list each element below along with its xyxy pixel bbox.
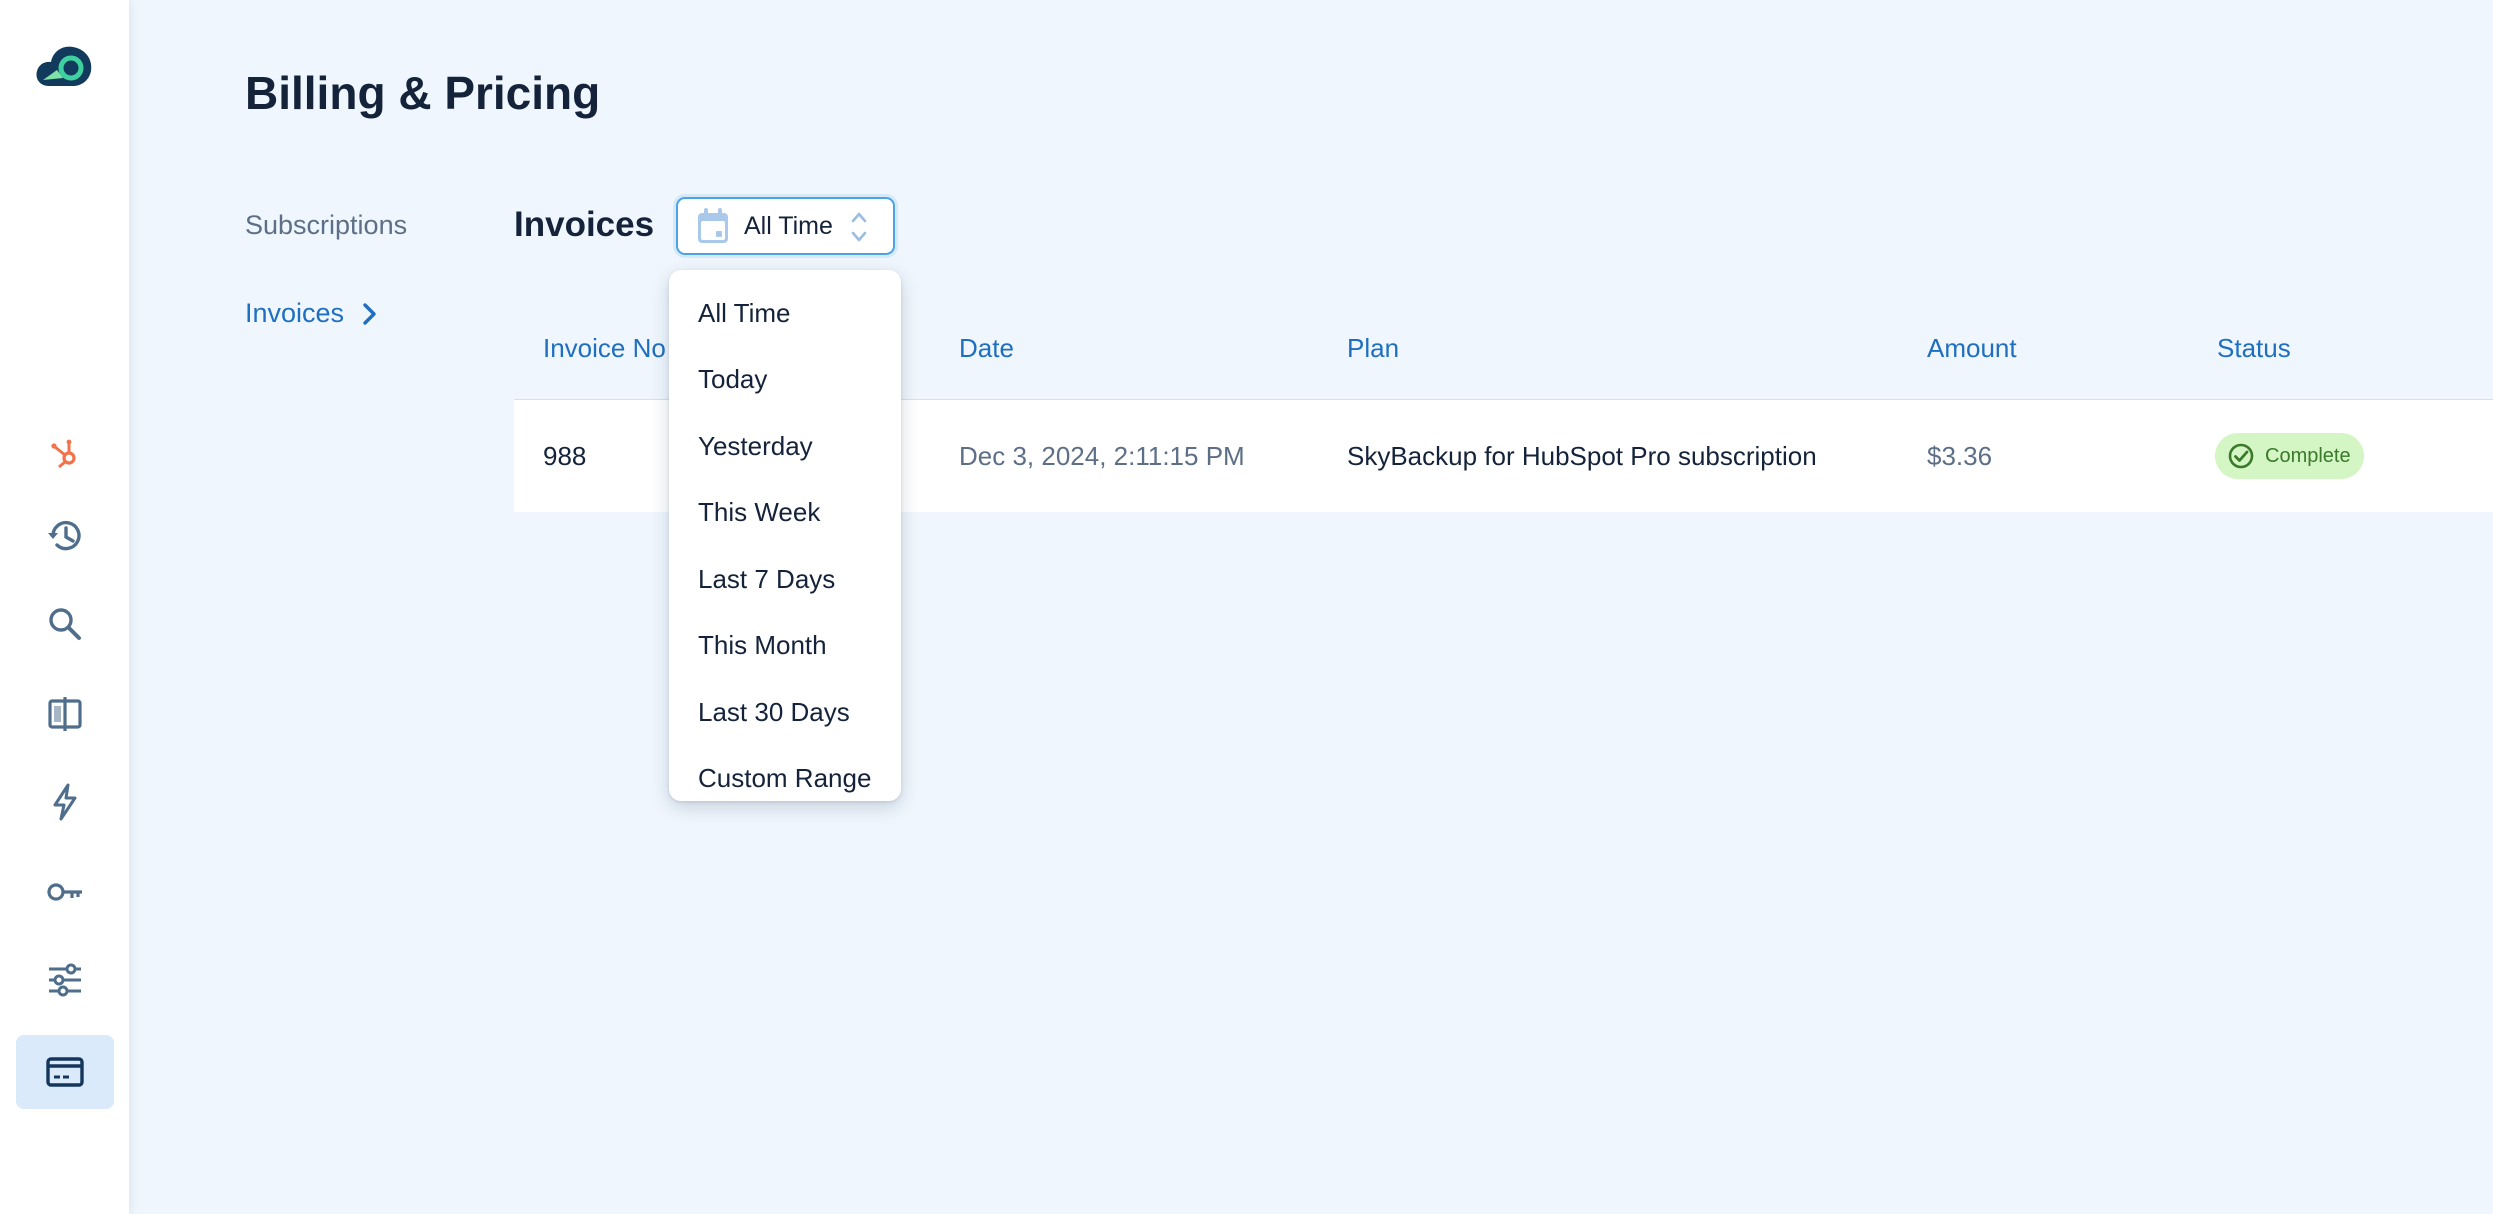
credit-card-icon bbox=[46, 1057, 84, 1087]
date-range-value: All Time bbox=[744, 211, 833, 240]
search-icon bbox=[49, 608, 81, 640]
column-header-amount[interactable]: Amount bbox=[1927, 330, 2017, 400]
dropdown-option-yesterday[interactable]: Yesterday bbox=[669, 413, 901, 480]
date-range-dropdown: All Time Today Yesterday This Week Last … bbox=[669, 270, 901, 801]
sidebar-item-hubspot[interactable] bbox=[16, 416, 114, 490]
cell-amount: $3.36 bbox=[1927, 440, 1993, 471]
column-header-date[interactable]: Date bbox=[959, 330, 1014, 400]
sidebar-item-history[interactable] bbox=[16, 499, 114, 573]
subnav-subscriptions[interactable]: Subscriptions bbox=[245, 210, 407, 241]
column-header-invoice-no[interactable]: Invoice No bbox=[543, 330, 666, 400]
cell-plan: SkyBackup for HubSpot Pro subscription bbox=[1347, 440, 1817, 471]
cloud-logo-icon bbox=[36, 46, 92, 86]
subnav-invoices-label: Invoices bbox=[245, 298, 345, 328]
dropdown-option-last-7-days[interactable]: Last 7 Days bbox=[669, 546, 901, 613]
history-icon bbox=[48, 520, 81, 551]
section-title: Invoices bbox=[514, 205, 655, 244]
cell-invoice-no: 988 bbox=[543, 440, 587, 471]
compare-icon bbox=[48, 697, 82, 731]
dropdown-option-this-week[interactable]: This Week bbox=[669, 480, 901, 547]
column-header-plan[interactable]: Plan bbox=[1347, 330, 1399, 400]
calendar-icon bbox=[698, 208, 728, 243]
sidebar-item-compare[interactable] bbox=[16, 676, 114, 750]
lightning-icon bbox=[53, 783, 77, 821]
cell-date: Dec 3, 2024, 2:11:15 PM bbox=[959, 440, 1245, 471]
hubspot-icon bbox=[51, 439, 76, 469]
page-title: Billing & Pricing bbox=[245, 67, 601, 119]
subnav-invoices[interactable]: Invoices bbox=[245, 298, 380, 329]
logo[interactable] bbox=[33, 42, 95, 88]
app: Billing & Pricing Subscriptions Invoices… bbox=[0, 0, 2493, 1214]
sidebar-item-settings[interactable] bbox=[16, 943, 114, 1017]
cell-status: Complete bbox=[2215, 400, 2364, 512]
dropdown-option-last-30-days[interactable]: Last 30 Days bbox=[669, 679, 901, 746]
sidebar bbox=[0, 0, 129, 1214]
dropdown-option-all-time[interactable]: All Time bbox=[669, 280, 901, 347]
dropdown-option-today[interactable]: Today bbox=[669, 347, 901, 414]
sidebar-item-keys[interactable] bbox=[16, 855, 114, 929]
status-badge-label: Complete bbox=[2265, 444, 2351, 467]
dropdown-option-this-month[interactable]: This Month bbox=[669, 613, 901, 680]
sidebar-item-search[interactable] bbox=[16, 587, 114, 661]
date-range-select[interactable]: All Time bbox=[676, 197, 895, 255]
sidebar-item-automation[interactable] bbox=[16, 765, 114, 839]
dropdown-option-custom-range[interactable]: Custom Range bbox=[669, 746, 901, 813]
chevron-up-down-icon bbox=[851, 212, 867, 242]
check-circle-icon bbox=[2228, 443, 2254, 469]
sliders-icon bbox=[49, 963, 81, 997]
chevron-right-icon bbox=[363, 302, 376, 325]
key-icon bbox=[47, 883, 82, 901]
column-header-status[interactable]: Status bbox=[2217, 330, 2291, 400]
sidebar-item-billing[interactable] bbox=[16, 1035, 114, 1109]
status-badge: Complete bbox=[2215, 433, 2364, 479]
